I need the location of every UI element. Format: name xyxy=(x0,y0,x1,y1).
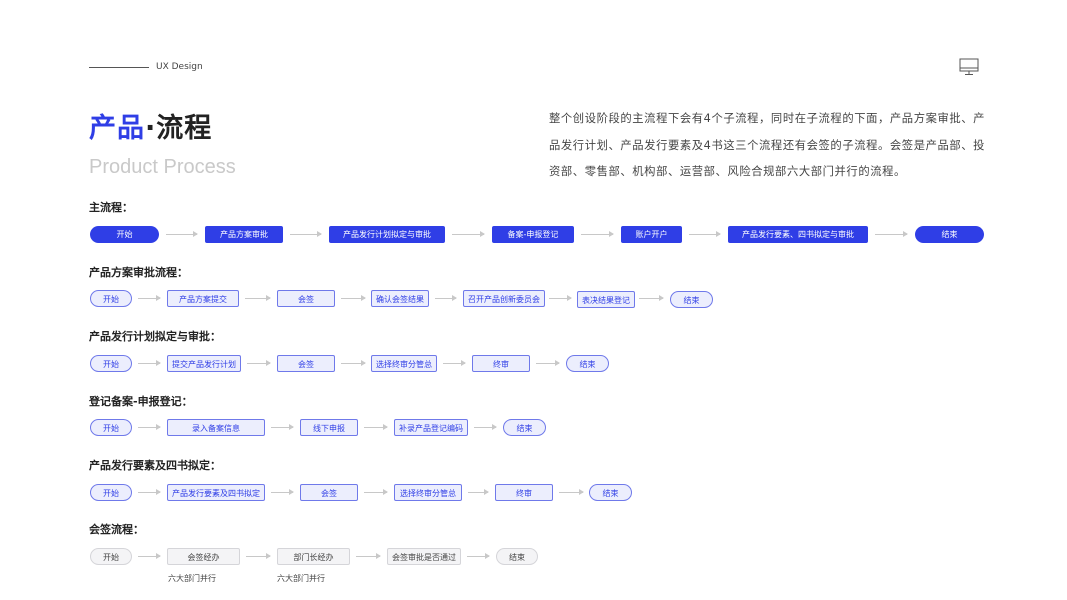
arrow xyxy=(138,360,161,366)
arrow xyxy=(356,553,381,559)
issue-elements-node-draft[interactable]: 产品发行要素及四书拟定 xyxy=(167,484,265,501)
arrow xyxy=(290,231,322,237)
issue-elements-node-countersign[interactable]: 会签 xyxy=(300,484,358,501)
plan-node-submit[interactable]: 产品方案提交 xyxy=(167,290,239,307)
arrow xyxy=(166,231,198,237)
registration-node-end[interactable]: 结束 xyxy=(503,419,546,436)
arrow xyxy=(875,231,908,237)
countersign-node-handler[interactable]: 会签经办 xyxy=(167,548,240,565)
arrow xyxy=(581,231,614,237)
issue-plan-node-submit[interactable]: 提交产品发行计划 xyxy=(167,355,241,372)
arrow xyxy=(467,553,490,559)
plan-node-confirm-result[interactable]: 确认会签结果 xyxy=(371,290,429,307)
arrow xyxy=(364,489,388,495)
arrow xyxy=(364,424,388,430)
header-divider xyxy=(89,67,149,68)
registration-node-enter-info[interactable]: 录入备案信息 xyxy=(167,419,265,436)
plan-node-vote-record[interactable]: 表决结果登记 xyxy=(577,291,635,308)
arrow xyxy=(559,489,584,495)
main-node-registration[interactable]: 备案-申报登记 xyxy=(492,226,574,243)
issue-plan-node-final-review[interactable]: 终审 xyxy=(472,355,530,372)
plan-approval-flow-title: 产品方案审批流程： xyxy=(89,266,188,279)
registration-node-supplement-code[interactable]: 补录产品登记编码 xyxy=(394,419,468,436)
arrow xyxy=(536,360,560,366)
arrow xyxy=(341,360,366,366)
issue-plan-node-countersign[interactable]: 会签 xyxy=(277,355,335,372)
issue-plan-node-start[interactable]: 开始 xyxy=(90,355,132,372)
arrow xyxy=(474,424,497,430)
arrow xyxy=(689,231,721,237)
arrow xyxy=(639,295,664,301)
header-label: UX Design xyxy=(156,62,203,72)
countersign-flow-title: 会签流程： xyxy=(89,523,144,536)
arrow xyxy=(138,489,161,495)
issue-plan-node-select-reviewer[interactable]: 选择终审分管总 xyxy=(371,355,437,372)
arrow xyxy=(468,489,489,495)
issue-elements-node-end[interactable]: 结束 xyxy=(589,484,632,501)
countersign-node-dept-head[interactable]: 部门长经办 xyxy=(277,548,350,565)
page-title: 产品·流程 xyxy=(89,106,212,145)
issue-elements-flow-title: 产品发行要素及四书拟定： xyxy=(89,459,221,472)
countersign-node-approval-check[interactable]: 会签审批是否通过 xyxy=(387,548,461,565)
countersign-node-end[interactable]: 结束 xyxy=(496,548,538,565)
main-node-issue-plan[interactable]: 产品发行计划拟定与审批 xyxy=(329,226,445,243)
page-subtitle: Product Process xyxy=(89,156,236,178)
arrow xyxy=(271,489,294,495)
main-flow-title: 主流程： xyxy=(89,201,133,214)
arrow xyxy=(271,424,294,430)
plan-node-end[interactable]: 结束 xyxy=(670,291,713,308)
main-node-plan-approval[interactable]: 产品方案审批 xyxy=(205,226,283,243)
main-node-account-opening[interactable]: 账户开户 xyxy=(621,226,682,243)
registration-flow-title: 登记备案-申报登记： xyxy=(89,395,193,408)
main-node-issue-elements[interactable]: 产品发行要素、四书拟定与审批 xyxy=(728,226,868,243)
title-dot: · xyxy=(145,113,157,144)
countersign-node-start[interactable]: 开始 xyxy=(90,548,132,565)
arrow xyxy=(435,295,457,301)
arrow xyxy=(549,295,572,301)
main-node-end[interactable]: 结束 xyxy=(915,226,984,243)
arrow xyxy=(138,295,161,301)
arrow xyxy=(138,553,161,559)
issue-elements-node-start[interactable]: 开始 xyxy=(90,484,132,501)
arrow xyxy=(245,295,271,301)
arrow xyxy=(452,231,485,237)
parallel-note: 六大部门并行 xyxy=(277,574,325,583)
arrow xyxy=(138,424,161,430)
registration-node-start[interactable]: 开始 xyxy=(90,419,132,436)
parallel-note: 六大部门并行 xyxy=(168,574,216,583)
arrow xyxy=(443,360,466,366)
issue-elements-node-final-review[interactable]: 终审 xyxy=(495,484,553,501)
monitor-icon[interactable] xyxy=(959,58,979,76)
description-paragraph: 整个创设阶段的主流程下会有4个子流程，同时在子流程的下面，产品方案审批、产品发行… xyxy=(549,112,986,178)
registration-node-offline-filing[interactable]: 线下申报 xyxy=(300,419,358,436)
main-node-start[interactable]: 开始 xyxy=(90,226,159,243)
issue-plan-flow-title: 产品发行计划拟定与审批： xyxy=(89,330,221,343)
plan-node-start[interactable]: 开始 xyxy=(90,290,132,307)
plan-node-countersign[interactable]: 会签 xyxy=(277,290,335,307)
title-dark-part: 流程 xyxy=(156,113,213,144)
arrow xyxy=(341,295,366,301)
plan-node-committee-meeting[interactable]: 召开产品创新委员会 xyxy=(463,290,545,307)
title-colored-part: 产品 xyxy=(89,113,145,144)
issue-plan-node-end[interactable]: 结束 xyxy=(566,355,609,372)
arrow xyxy=(246,553,271,559)
arrow xyxy=(247,360,271,366)
issue-elements-node-select-reviewer[interactable]: 选择终审分管总 xyxy=(394,484,462,501)
